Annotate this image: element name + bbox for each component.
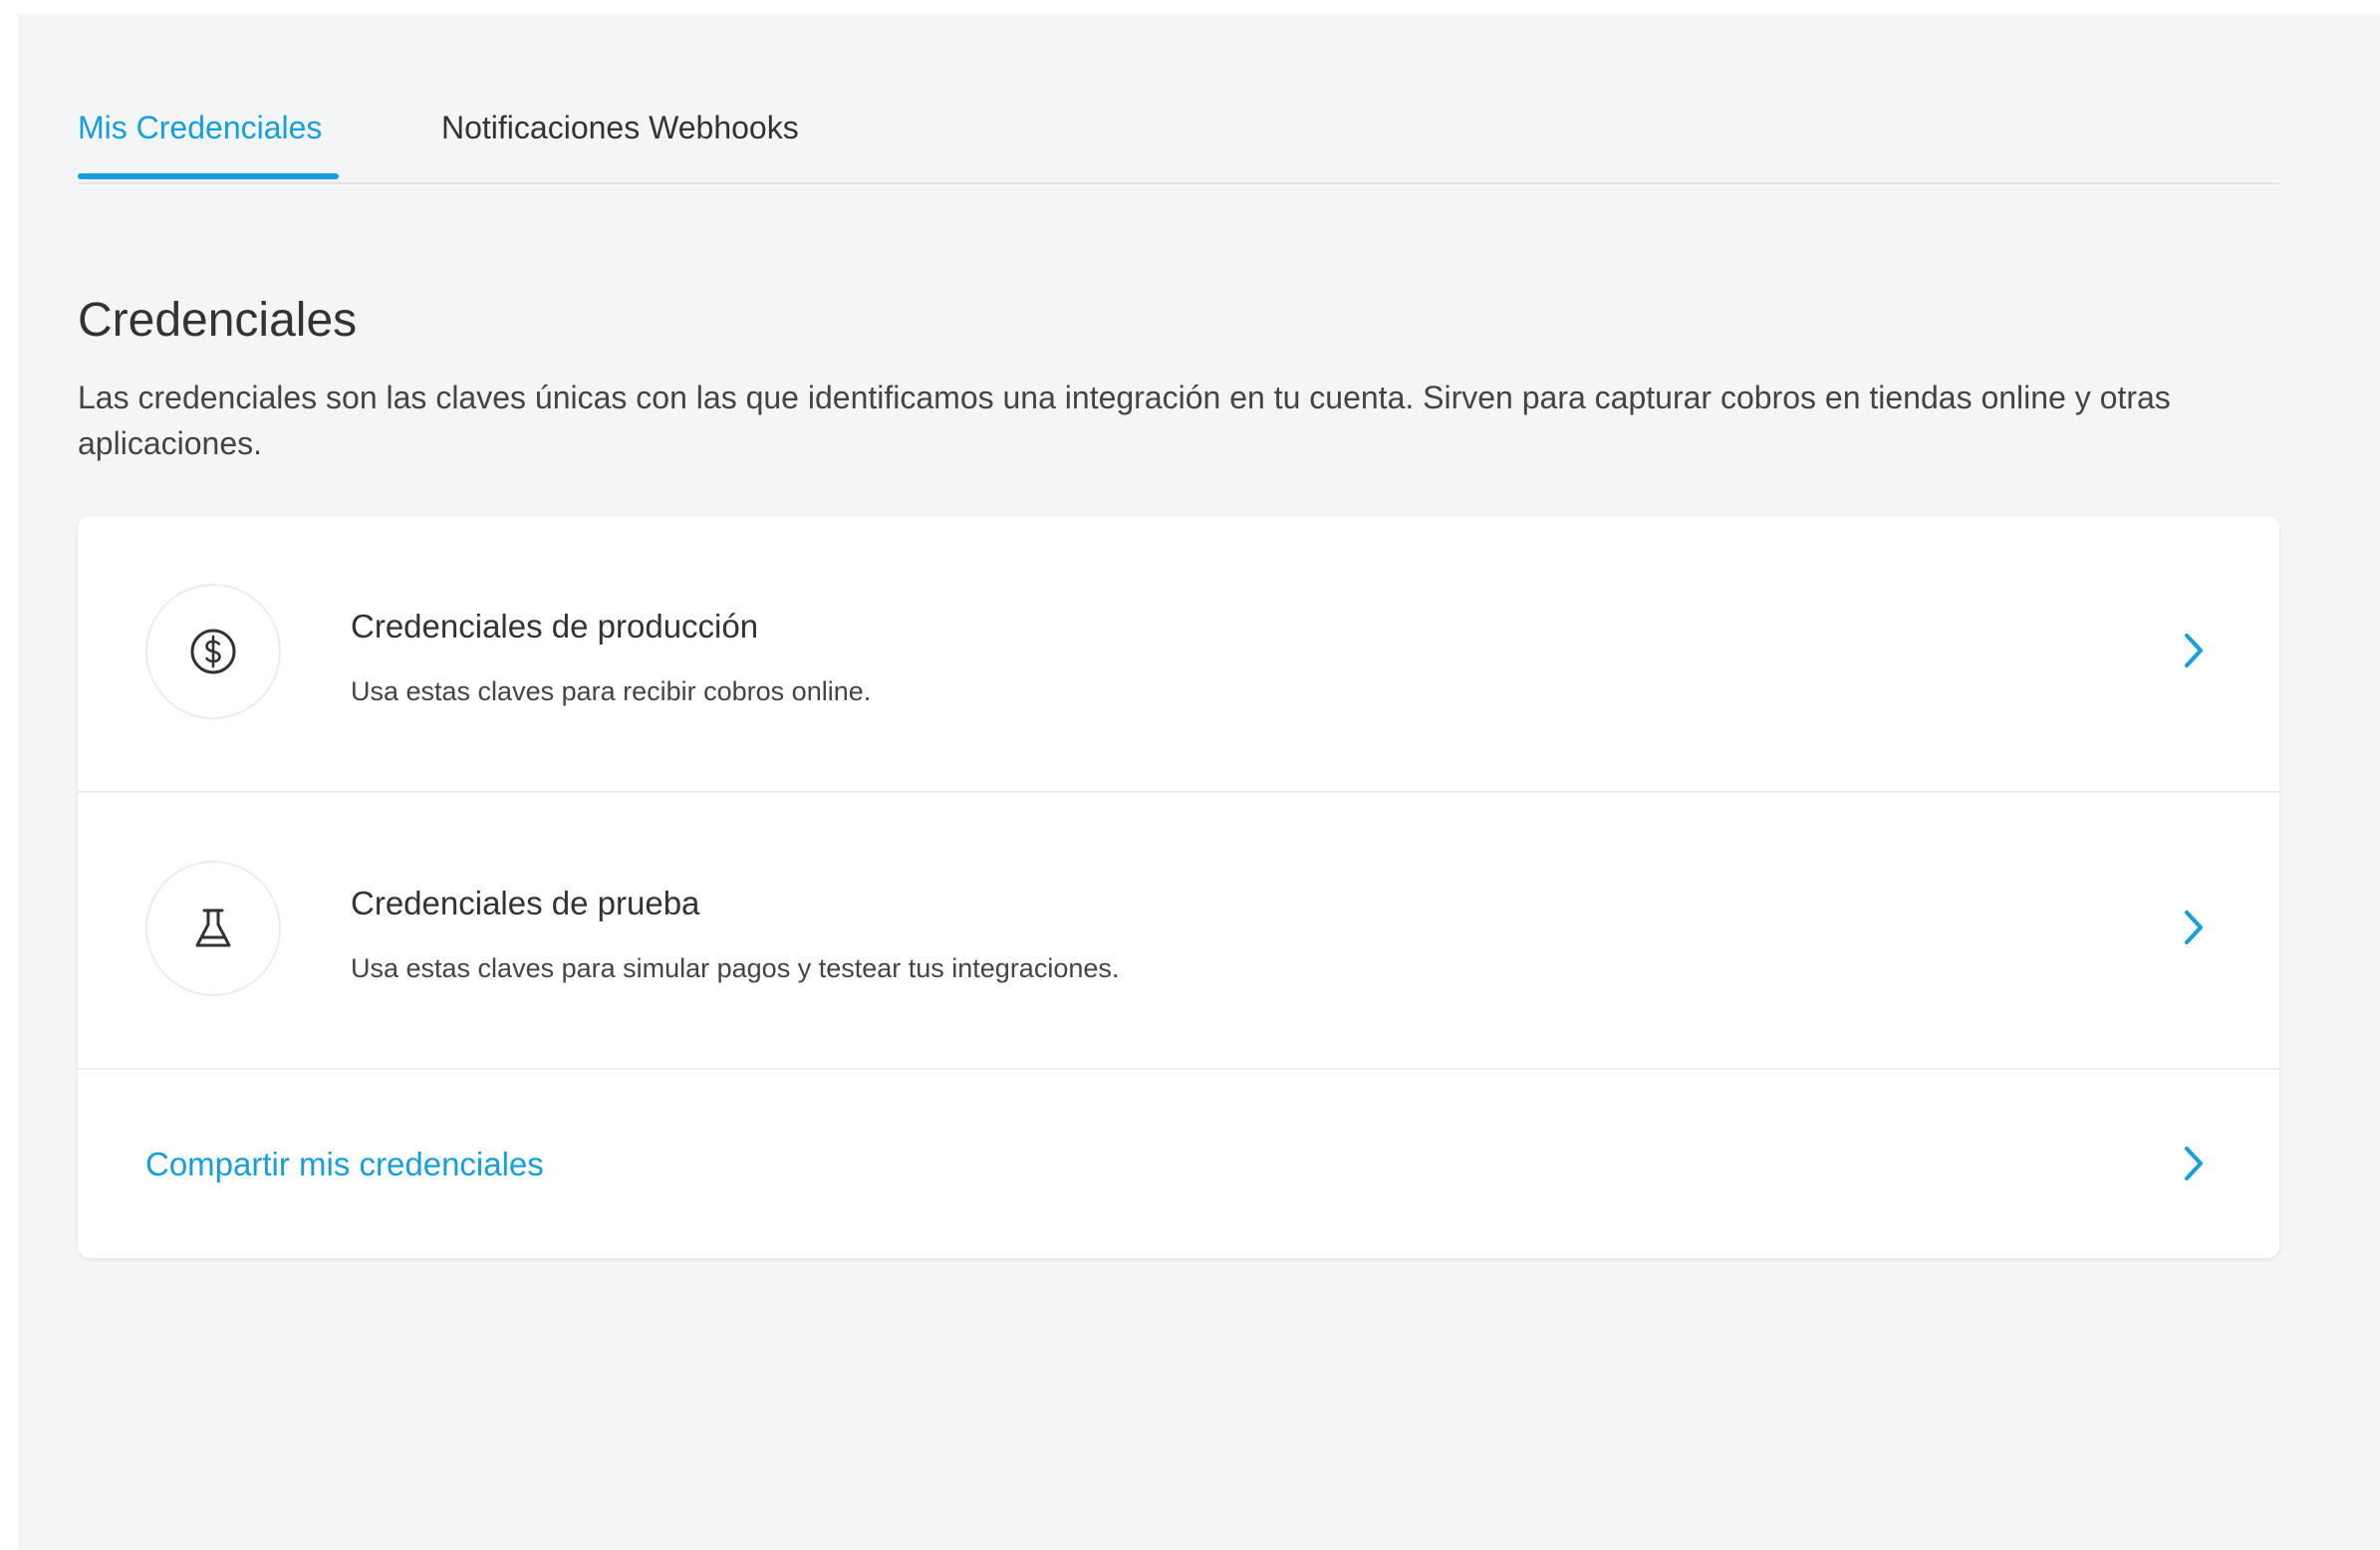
dollar-coin-icon — [145, 584, 281, 719]
chevron-right-icon — [2174, 907, 2214, 947]
credentials-card: Credenciales de producción Usa estas cla… — [78, 516, 2279, 1258]
section-title: Credenciales — [78, 294, 358, 347]
production-credentials-subtitle: Usa estas claves para recibir cobros onl… — [351, 676, 872, 706]
flask-icon — [145, 861, 281, 996]
active-tab-indicator — [78, 173, 339, 179]
section-description: Las credenciales son las claves únicas c… — [78, 380, 2171, 461]
share-credentials-link[interactable]: Compartir mis credenciales — [145, 1144, 544, 1185]
tab-notificaciones-webhooks[interactable]: Notificaciones Webhooks — [441, 108, 799, 147]
chevron-right-icon — [2174, 631, 2214, 670]
test-credentials-title: Credenciales de prueba — [351, 885, 700, 921]
chevron-right-icon — [2174, 1144, 2214, 1183]
tab-mis-credenciales[interactable]: Mis Credenciales — [78, 108, 322, 147]
credentials-page: Mis Credenciales Notificaciones Webhooks… — [18, 14, 2380, 1550]
test-credentials-subtitle: Usa estas claves para simular pagos y te… — [351, 953, 1120, 983]
production-credentials-title: Credenciales de producción — [351, 608, 759, 645]
test-credentials-row[interactable]: Credenciales de prueba Usa estas claves … — [78, 793, 2279, 1070]
share-credentials-row[interactable]: Compartir mis credenciales — [78, 1070, 2279, 1258]
production-credentials-row[interactable]: Credenciales de producción Usa estas cla… — [78, 516, 2279, 793]
tab-bar: Mis Credenciales Notificaciones Webhooks — [78, 14, 2279, 184]
